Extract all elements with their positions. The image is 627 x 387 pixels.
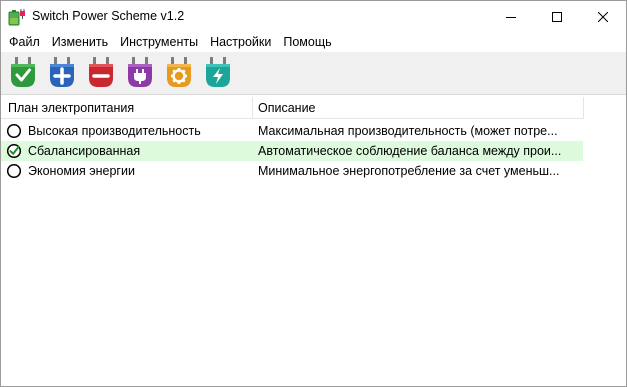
plan-description: Автоматическое соблюдение баланса между …	[258, 144, 562, 158]
plan-cell: Экономия энергии	[1, 163, 258, 179]
close-button[interactable]	[580, 1, 626, 32]
radio-checked-icon	[6, 143, 22, 159]
plan-name: Экономия энергии	[28, 164, 135, 178]
toolbar	[1, 52, 626, 95]
power-switch-button[interactable]	[201, 56, 235, 92]
plug-remove-icon	[89, 57, 113, 87]
plug-plug-icon	[128, 57, 152, 87]
plan-cell: Высокая производительность	[1, 123, 258, 139]
plug-lightning-icon	[206, 57, 230, 87]
list-item-selected[interactable]: Сбалансированная Автоматическое соблюден…	[1, 141, 583, 161]
close-icon	[598, 11, 608, 22]
radio-unchecked-icon	[6, 123, 22, 139]
list-item[interactable]: Высокая производительность Максимальная …	[1, 121, 583, 141]
maximize-icon	[552, 11, 562, 22]
maximize-button[interactable]	[534, 1, 580, 32]
settings-button[interactable]	[162, 56, 196, 92]
header-divider	[583, 97, 584, 119]
plug-add-icon	[50, 57, 74, 87]
minimize-button[interactable]	[488, 1, 534, 32]
menu-file[interactable]: Файл	[3, 32, 46, 52]
radio-unchecked-icon	[6, 163, 22, 179]
remove-scheme-button[interactable]	[84, 56, 118, 92]
list-item[interactable]: Экономия энергии Минимальное энергопотре…	[1, 161, 583, 181]
title-bar[interactable]: Switch Power Scheme v1.2	[1, 1, 626, 32]
column-header-plan[interactable]: План электропитания	[1, 97, 253, 119]
list-rows: Высокая производительность Максимальная …	[1, 121, 583, 181]
power-scheme-list[interactable]: План электропитания Описание Высокая про…	[1, 97, 626, 386]
menu-tools[interactable]: Инструменты	[114, 32, 204, 52]
activate-scheme-button[interactable]	[6, 56, 40, 92]
menu-bar: Файл Изменить Инструменты Настройки Помо…	[1, 32, 626, 52]
app-window: Switch Power Scheme v1.2 Файл Изменить И…	[0, 0, 627, 387]
plug-check-icon	[11, 57, 35, 87]
plan-description: Минимальное энергопотребление за счет ум…	[258, 164, 560, 178]
add-scheme-button[interactable]	[45, 56, 79, 92]
list-header: План электропитания Описание	[1, 97, 583, 119]
minimize-icon	[506, 16, 516, 18]
battery-plug-icon	[8, 9, 25, 26]
plug-gear-icon	[167, 57, 191, 87]
menu-help[interactable]: Помощь	[277, 32, 337, 52]
plan-name: Высокая производительность	[28, 124, 201, 138]
power-options-button[interactable]	[123, 56, 157, 92]
plan-description: Максимальная производительность (может п…	[258, 124, 558, 138]
plan-name: Сбалансированная	[28, 144, 141, 158]
menu-edit[interactable]: Изменить	[46, 32, 114, 52]
column-header-description[interactable]: Описание	[253, 97, 583, 119]
menu-settings[interactable]: Настройки	[204, 32, 277, 52]
plan-cell: Сбалансированная	[1, 143, 258, 159]
window-title: Switch Power Scheme v1.2	[32, 9, 185, 23]
